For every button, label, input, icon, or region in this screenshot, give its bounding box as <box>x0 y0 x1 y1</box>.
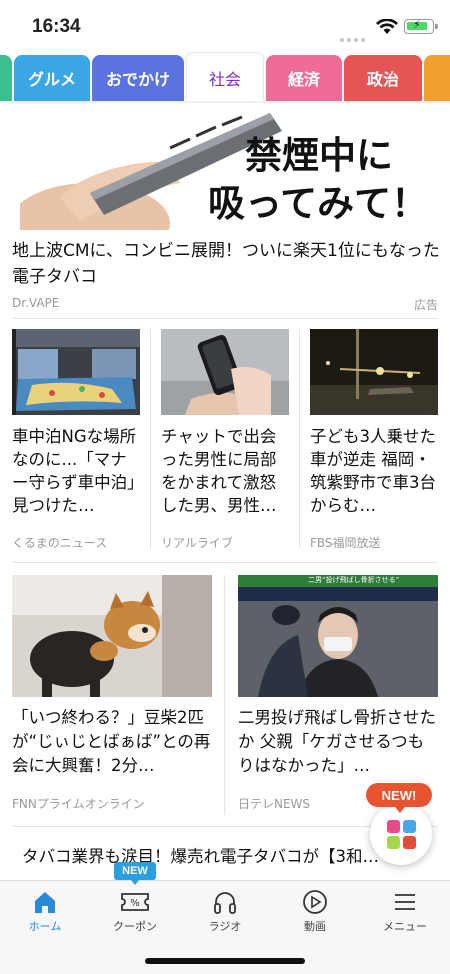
divider <box>299 329 300 549</box>
nav-menu[interactable]: メニュー <box>360 889 450 934</box>
article-card[interactable]: 子ども3人乗せた車が逆走 福岡・筑紫野市で車3台からむ… FBS福岡放送 <box>310 329 438 550</box>
nav-radio[interactable]: ラジオ <box>180 889 270 934</box>
article-title: 子ども3人乗せた車が逆走 福岡・筑紫野市で車3台からむ… <box>310 427 436 515</box>
signal-dots-icon <box>340 27 368 46</box>
apps-grid-tile <box>387 836 400 849</box>
ad-source: Dr.VAPE <box>12 296 60 310</box>
battery-icon: ⚡ <box>404 18 438 34</box>
article-source: FNNプライムオンライン <box>12 797 145 811</box>
nav-label: 動画 <box>304 920 326 933</box>
category-tabs: グルメ おでかけ 社会 経済 政治 <box>0 52 450 102</box>
nav-video[interactable]: 動画 <box>270 889 360 934</box>
coupon-icon: % <box>121 893 149 911</box>
status-bar: 16:34 ⚡ <box>0 0 450 52</box>
coupon-new-badge: NEW <box>114 862 156 885</box>
nav-label: クーポン <box>113 920 157 933</box>
apps-grid-tile <box>403 820 416 833</box>
tab-partial-left[interactable] <box>0 55 12 101</box>
tab-shakai[interactable]: 社会 <box>186 52 264 102</box>
article-source: リアルライブ <box>161 536 233 550</box>
divider <box>12 318 438 319</box>
nav-coupon[interactable]: % クーポン <box>90 889 180 934</box>
article-card[interactable]: 二男“投げ飛ばし骨折させる” 二男投げ飛ばし骨折させたか 父親「ケガさせるつもり… <box>238 575 438 811</box>
nav-label: ホーム <box>28 920 62 933</box>
status-time: 16:34 <box>32 16 81 37</box>
nav-label: ラジオ <box>208 920 242 933</box>
article-card[interactable]: チャットで出会った男性に局部をかまれて激怒した男、男性… リアルライブ <box>161 329 289 550</box>
tab-odekake[interactable]: おでかけ <box>92 55 184 101</box>
svg-text:%: % <box>130 898 140 909</box>
article-thumbnail <box>12 575 212 697</box>
article-thumbnail: 二男“投げ飛ばし骨折させる” <box>238 575 438 697</box>
tab-partial-right[interactable] <box>424 55 450 101</box>
apps-grid-icon <box>387 820 400 833</box>
wifi-icon <box>376 19 398 34</box>
bottom-article-headline[interactable]: タバコ業界も涙目！爆売れ電子タバコが【3和… <box>22 843 422 881</box>
divider <box>150 329 151 549</box>
play-icon <box>303 890 327 914</box>
article-source: くるまのニュース <box>12 536 108 550</box>
article-source: FBS福岡放送 <box>310 536 381 550</box>
apps-grid-tile <box>403 836 416 849</box>
article-title: 二男投げ飛ばし骨折させたか 父親「ケガさせるつもりはなかった」… <box>238 708 436 775</box>
article-source: 日テレNEWS <box>238 797 311 811</box>
article-card[interactable]: 「いつ終わる？」豆柴2匹が“じぃじとばぁば”との再会に大興奮！2分… FNNプラ… <box>12 575 212 811</box>
nav-home[interactable]: ホーム <box>0 889 90 934</box>
article-thumbnail <box>12 329 140 415</box>
nav-label: メニュー <box>383 920 427 933</box>
article-thumbnail <box>310 329 438 415</box>
headphones-icon <box>214 892 236 914</box>
article-title: チャットで出会った男性に局部をかまれて激怒した男、男性… <box>161 427 277 515</box>
article-card[interactable]: 車中泊NGな場所なのに...「マナー守らず車中泊」見つけた… くるまのニュース <box>12 329 140 550</box>
ad-image[interactable]: 禁煙中に 吸ってみて！ <box>20 103 438 230</box>
tab-seiji[interactable]: 政治 <box>344 55 422 101</box>
home-indicator[interactable] <box>145 958 305 964</box>
ad-image-text-2: 吸ってみて！ <box>208 181 429 225</box>
menu-icon <box>395 894 415 910</box>
article-title: 車中泊NGな場所なのに...「マナー守らず車中泊」見つけた… <box>12 427 137 515</box>
ad-image-text-1: 禁煙中に <box>245 133 393 177</box>
divider <box>12 562 438 563</box>
ad-headline[interactable]: 地上波CMに、コンビニ展開！ついに楽天1位にもなった電子タバコ <box>12 238 440 290</box>
article-title: 「いつ終わる？」豆柴2匹が“じぃじとばぁば”との再会に大興奮！2分… <box>12 708 211 775</box>
home-icon <box>35 892 55 913</box>
fab-new-badge: NEW! <box>366 783 432 813</box>
thumbnail-caption: 二男“投げ飛ばし骨折させる” <box>308 576 400 584</box>
ad-label: 広告 <box>413 298 438 312</box>
tab-keizai[interactable]: 経済 <box>266 55 342 101</box>
divider <box>224 575 225 815</box>
article-thumbnail <box>161 329 289 415</box>
tab-gourmet[interactable]: グルメ <box>14 55 90 101</box>
